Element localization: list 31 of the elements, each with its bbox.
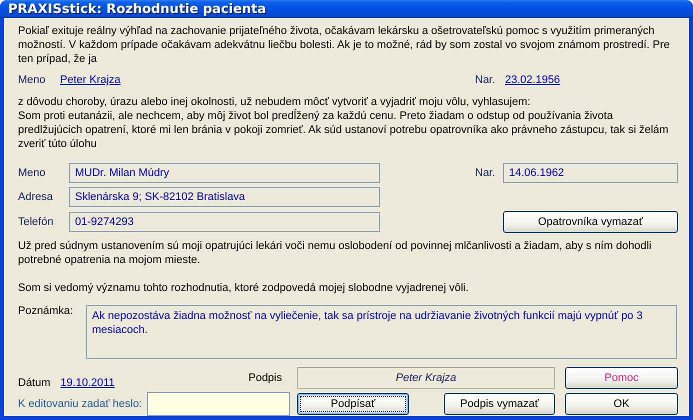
date-link[interactable]: 19.10.2011	[60, 377, 115, 389]
password-field[interactable]	[147, 392, 290, 416]
guardian-field-label: Meno	[18, 167, 47, 179]
declaration-paragraph: Som proti eutanázii, ale nechcem, aby môj život bol predĺžený za každú cenu. Preto žiadam o odstup od používania života predlžujúcich opatrení, ktoré mi len bránia v pokoji zomrieť. Ak súd ustanoví potrebu opatrovníka ako právneho zástupcu, tak si želám zveriť túto úlohu	[18, 109, 670, 151]
window-title: PRAXISstick: Rozhodnutie pacienta	[8, 2, 266, 16]
date-label: Dátum	[18, 377, 50, 389]
release-paragraph: Už pred súdnym ustanovením sú moji opatrujúci lekári voči nemu oslobodení od povinnej mlčanlivosti a žiadam, aby s ním dohodli potrebné opatrenia na mojom mieste.	[18, 239, 652, 267]
clear-signature-button[interactable]: Podpis vymazať	[444, 393, 555, 415]
intro-paragraph: Pokiaľ exituje reálny výhľad na zachovanie prijateľného života, očakávam lekársku a ošetrovateľskú pomoc s využitím primeraných možností. V každom prípade očakávam adekvátnu liečbu bolesti. Ak je to možné, rád by som zostal vo svojom známom prostredí. Pre ten prípad, že ja	[18, 24, 671, 66]
signature-label: Podpis	[248, 372, 282, 384]
name-label: Meno	[18, 74, 47, 86]
guardian-field[interactable]: MUDr. Milan Múdry	[69, 163, 380, 183]
password-label: K editovaniu zadať heslo:	[18, 398, 143, 410]
guardian-field[interactable]: Sklenárska 9; SK-82102 Bratislava	[69, 187, 380, 207]
clear-guardian-button[interactable]: Opatrovníka vymazať	[503, 211, 678, 233]
birth-date-label: Nar.	[475, 167, 496, 179]
note-field[interactable]: Ak nepozostáva žiadna možnosť na vyliečenie, tak sa prístroje na udržiavanie životných funkcií majú vypnúť po 3 mesiacoch.	[86, 305, 677, 359]
declaration-paragraph: z dôvodu choroby, úrazu alebo inej okolnosti, už nebudem môcť vytvoriť a vyjadriť moju vôlu, vyhlasujem:	[18, 95, 532, 109]
ok-button[interactable]: OK	[565, 393, 678, 415]
guardian-field[interactable]: 01-9274293	[69, 212, 380, 232]
awareness-paragraph: Som si vedomý významu tohto rozhodnutia, ktoré zodpovedá mojej slobodne vyjadrenej vôli.	[18, 281, 470, 295]
note-label: Poznámka:	[18, 305, 74, 319]
birth-date-field[interactable]: 14.06.1962	[503, 163, 678, 183]
signature-field: Peter Krajza	[297, 367, 555, 389]
birth-date-link[interactable]: 23.02.1956	[505, 74, 560, 86]
guardian-field-label: Adresa	[18, 191, 54, 203]
birth-date-label: Nar.	[475, 74, 496, 86]
patient-name-link[interactable]: Peter Krajza	[60, 74, 121, 86]
sign-button[interactable]: Podpísať	[297, 393, 409, 415]
guardian-field-label: Telefón	[18, 216, 54, 228]
help-button[interactable]: Pomoc	[565, 367, 678, 389]
